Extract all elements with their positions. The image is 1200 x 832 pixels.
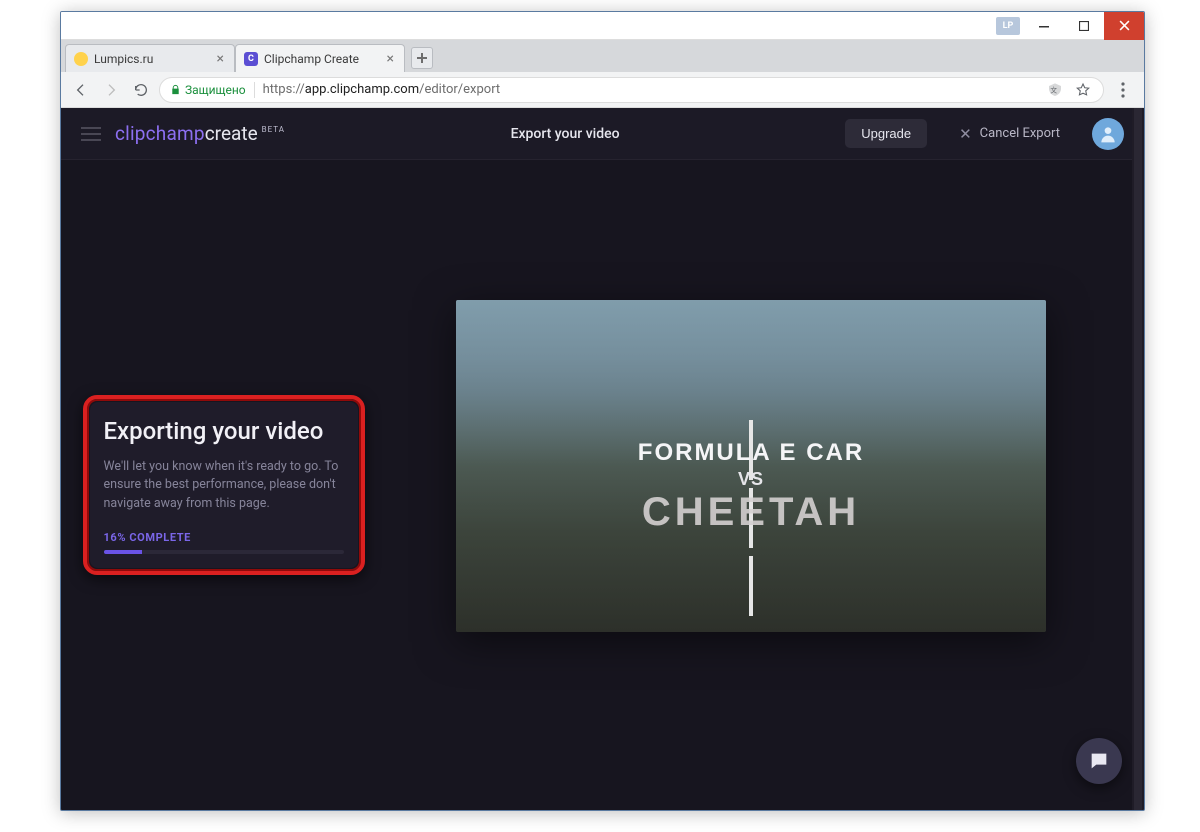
url-text: https://app.clipchamp.com/editor/export	[263, 82, 501, 97]
nav-reload-button[interactable]	[129, 78, 153, 102]
app-header: clipchampcreate BETA Export your video U…	[61, 108, 1144, 160]
cancel-export-label: Cancel Export	[980, 126, 1060, 141]
browser-tab-lumpics[interactable]: Lumpics.ru ×	[65, 44, 235, 72]
favicon-clipchamp: C	[244, 52, 258, 66]
preview-area: FORMULA E CAR VS CHEETAH	[386, 160, 1144, 810]
favicon-lumpics	[74, 52, 88, 66]
avatar[interactable]	[1092, 118, 1124, 150]
left-rail: Exporting your video We'll let you know …	[61, 160, 386, 810]
svg-text:文: 文	[1050, 85, 1057, 94]
window-titlebar: LP	[61, 12, 1144, 40]
chat-help-button[interactable]	[1076, 738, 1122, 784]
address-bar: Защищено https://app.clipchamp.com/edito…	[61, 72, 1144, 108]
new-tab-button[interactable]	[411, 47, 433, 69]
window-close-button[interactable]	[1104, 12, 1144, 40]
cancel-export-button[interactable]: ✕ Cancel Export	[959, 125, 1060, 143]
page-title: Export your video	[299, 126, 831, 142]
tab-close-icon[interactable]: ×	[385, 51, 396, 67]
nav-forward-button[interactable]	[99, 78, 123, 102]
user-icon	[1098, 124, 1118, 144]
window-maximize-button[interactable]	[1064, 12, 1104, 40]
tab-strip: Lumpics.ru × C Clipchamp Create ×	[61, 40, 1144, 72]
tab-title: Lumpics.ru	[94, 52, 209, 66]
upgrade-button[interactable]: Upgrade	[845, 119, 927, 148]
export-progress-track	[104, 550, 344, 554]
bookmark-star-icon[interactable]	[1073, 80, 1093, 100]
secure-indicator: Защищено	[170, 83, 246, 97]
brand-logo[interactable]: clipchampcreate BETA	[115, 122, 285, 145]
video-preview: FORMULA E CAR VS CHEETAH	[456, 300, 1046, 632]
translate-icon[interactable]: 文	[1045, 80, 1065, 100]
close-icon: ✕	[959, 125, 972, 143]
browser-tab-clipchamp[interactable]: C Clipchamp Create ×	[235, 44, 405, 72]
chat-icon	[1088, 750, 1110, 772]
browser-menu-button[interactable]	[1110, 82, 1136, 98]
export-card-highlight: Exporting your video We'll let you know …	[83, 395, 365, 574]
export-progress-label: 16% COMPLETE	[104, 531, 344, 544]
url-field[interactable]: Защищено https://app.clipchamp.com/edito…	[159, 77, 1104, 103]
secure-label: Защищено	[185, 83, 246, 97]
page-scrollbar[interactable]	[1132, 108, 1144, 810]
nav-back-button[interactable]	[69, 78, 93, 102]
tab-title: Clipchamp Create	[264, 52, 379, 66]
browser-window: LP Lumpics.ru × C Clipchamp Create ×	[60, 11, 1145, 811]
window-minimize-button[interactable]	[1024, 12, 1064, 40]
divider	[254, 82, 255, 98]
export-card: Exporting your video We'll let you know …	[90, 402, 358, 567]
app-page: clipchampcreate BETA Export your video U…	[61, 108, 1144, 810]
menu-button[interactable]	[81, 127, 101, 141]
user-badge[interactable]: LP	[996, 17, 1020, 35]
video-overlay-text: FORMULA E CAR VS CHEETAH	[456, 439, 1046, 535]
export-card-heading: Exporting your video	[104, 416, 344, 446]
export-card-body: We'll let you know when it's ready to go…	[104, 458, 344, 512]
tab-close-icon[interactable]: ×	[215, 51, 226, 67]
scrollbar-thumb[interactable]	[1134, 108, 1142, 810]
app-body: Exporting your video We'll let you know …	[61, 160, 1144, 810]
export-progress-fill	[104, 550, 142, 554]
lock-icon	[170, 84, 181, 95]
